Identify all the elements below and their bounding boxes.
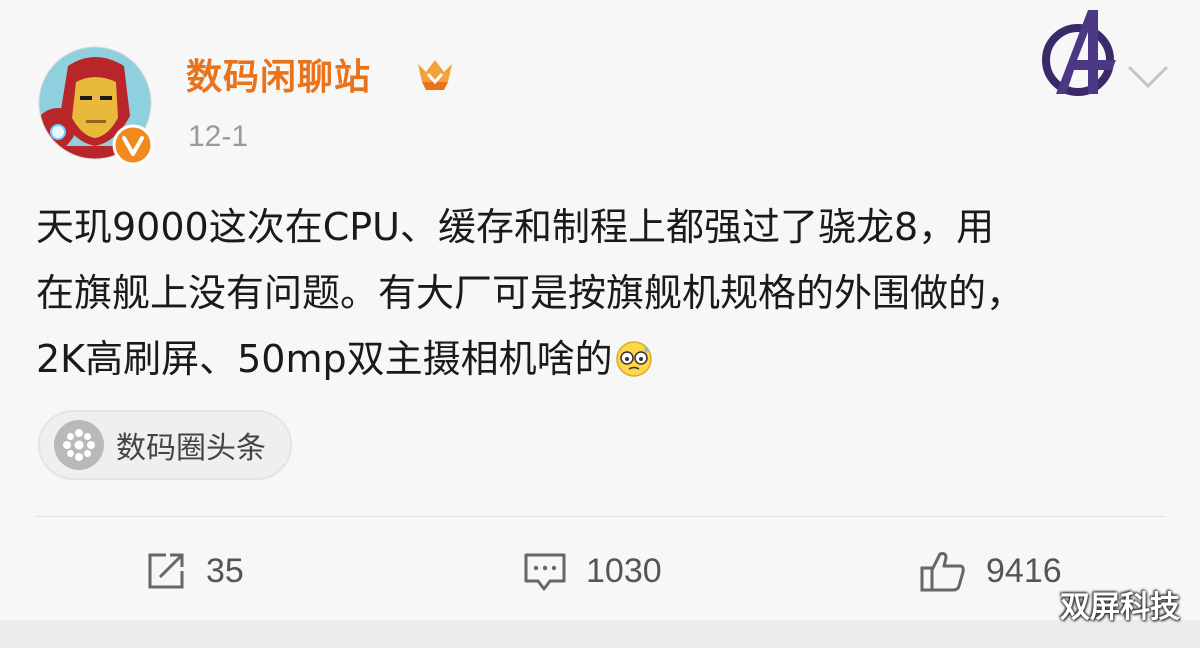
thumbs-up-icon [920, 552, 965, 592]
comment-icon [524, 553, 566, 591]
like-button[interactable]: 9416 [918, 546, 1062, 596]
username[interactable]: 数码闲聊站 [186, 48, 371, 100]
post-content: 天玑9000这次在CPU、缓存和制程上都强过了骁龙8，用 在旗舰上没有问题。有大… [36, 194, 1166, 392]
post-content-line: 天玑9000这次在CPU、缓存和制程上都强过了骁龙8，用 [36, 205, 995, 249]
weibo-post-card: 数码闲聊站 12-1 天玑9000这次在CPU、缓存和制程上都强过了骁龙8，用 … [0, 0, 1200, 620]
topic-label: 数码圈头条 [116, 431, 266, 466]
verified-badge-icon [112, 124, 154, 166]
topic-tag[interactable]: 数码圈头条 [38, 410, 292, 480]
like-count: 9416 [986, 551, 1062, 590]
watermark: 双屏科技 [1060, 590, 1180, 625]
post-timestamp: 12-1 [188, 120, 249, 153]
divider [36, 516, 1166, 517]
repost-count: 35 [206, 551, 244, 590]
post-content-line-last: 2K高刷屏、50mp双主摄相机啥的 [36, 326, 1166, 392]
chevron-down-icon[interactable] [1124, 58, 1172, 94]
avengers-logo-icon [1036, 4, 1120, 104]
comment-count: 1030 [586, 551, 662, 590]
repost-button[interactable]: 35 [144, 546, 244, 596]
post-content-line-text: 2K高刷屏、50mp双主摄相机啥的 [36, 337, 613, 381]
member-crown-icon[interactable] [414, 56, 456, 92]
bottom-strip [0, 620, 1200, 648]
topic-dots-icon [54, 420, 104, 470]
sweat-smile-emoji-icon [615, 332, 653, 377]
post-content-line: 在旗舰上没有问题。有大厂可是按旗舰机规格的外围做的， [36, 271, 1025, 315]
comment-button[interactable]: 1030 [522, 546, 662, 596]
repost-icon [148, 553, 184, 589]
